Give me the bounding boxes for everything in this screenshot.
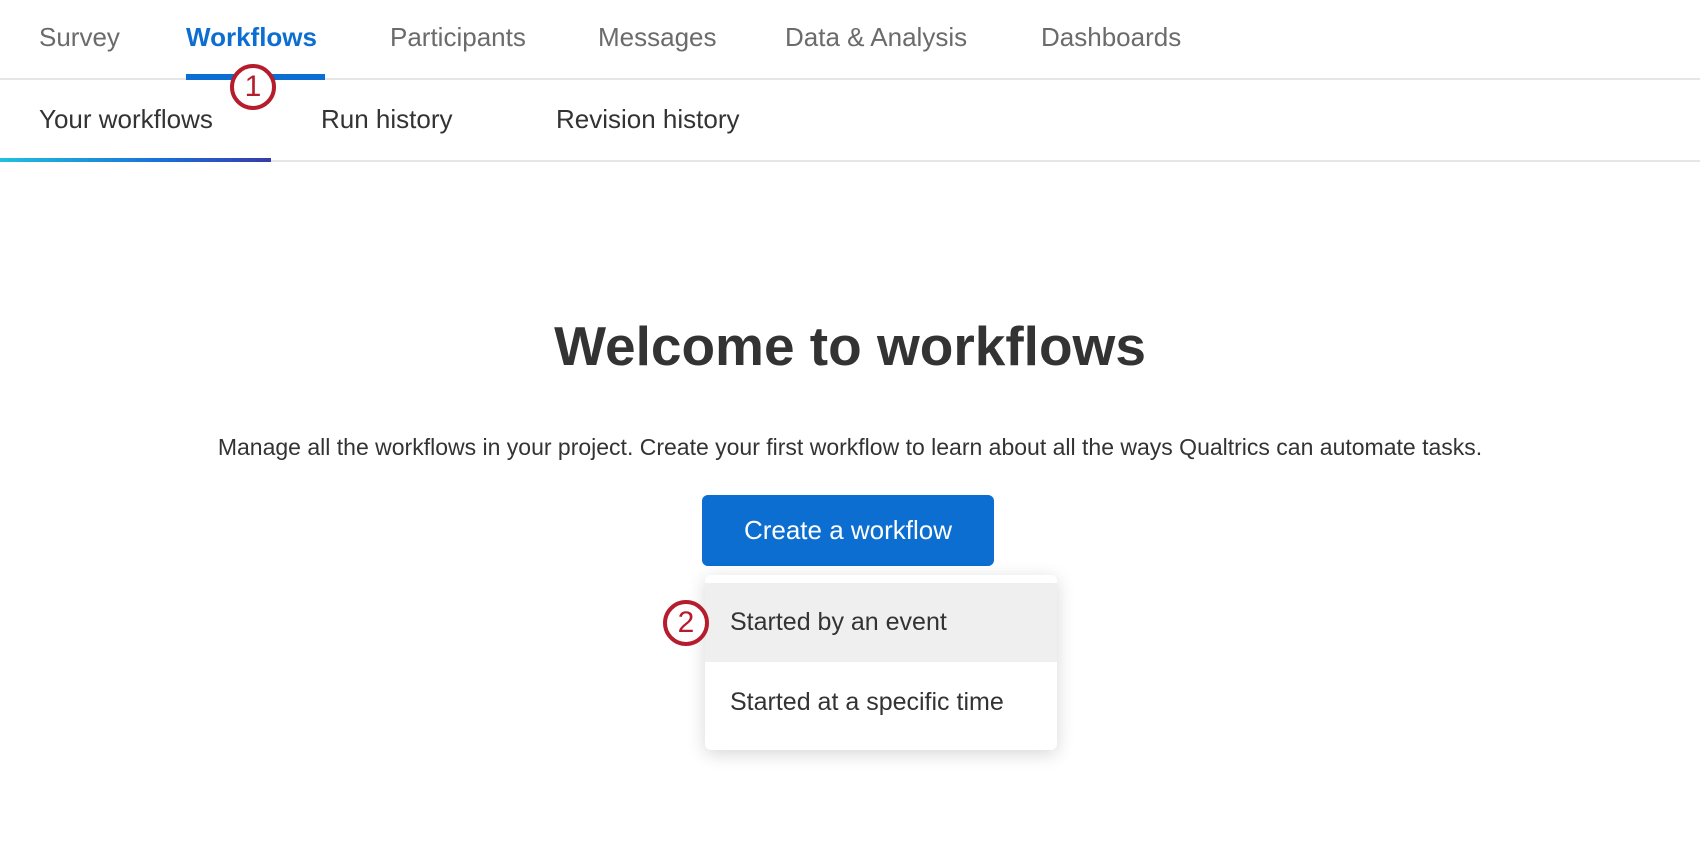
- tab-workflows[interactable]: Workflows: [186, 22, 317, 53]
- annotation-step-2: 2: [663, 600, 709, 646]
- menu-item-started-at-specific-time[interactable]: Started at a specific time: [705, 662, 1057, 742]
- page-description: Manage all the workflows in your project…: [217, 434, 1483, 460]
- create-workflow-menu: Started by an event Started at a specifi…: [705, 575, 1057, 750]
- subtab-run-history[interactable]: Run history: [321, 104, 453, 135]
- create-workflow-button[interactable]: Create a workflow: [702, 495, 994, 566]
- tab-survey[interactable]: Survey: [39, 22, 120, 53]
- tab-data-analysis[interactable]: Data & Analysis: [785, 22, 967, 53]
- tab-dashboards[interactable]: Dashboards: [1041, 22, 1181, 53]
- active-subtab-underline: [0, 158, 271, 162]
- tab-messages[interactable]: Messages: [598, 22, 717, 53]
- subtab-revision-history[interactable]: Revision history: [556, 104, 740, 135]
- tab-participants[interactable]: Participants: [390, 22, 526, 53]
- menu-item-started-by-event[interactable]: Started by an event: [705, 583, 1057, 662]
- page-title: Welcome to workflows: [554, 315, 1146, 377]
- subtab-your-workflows[interactable]: Your workflows: [39, 104, 213, 135]
- annotation-step-1: 1: [230, 64, 276, 110]
